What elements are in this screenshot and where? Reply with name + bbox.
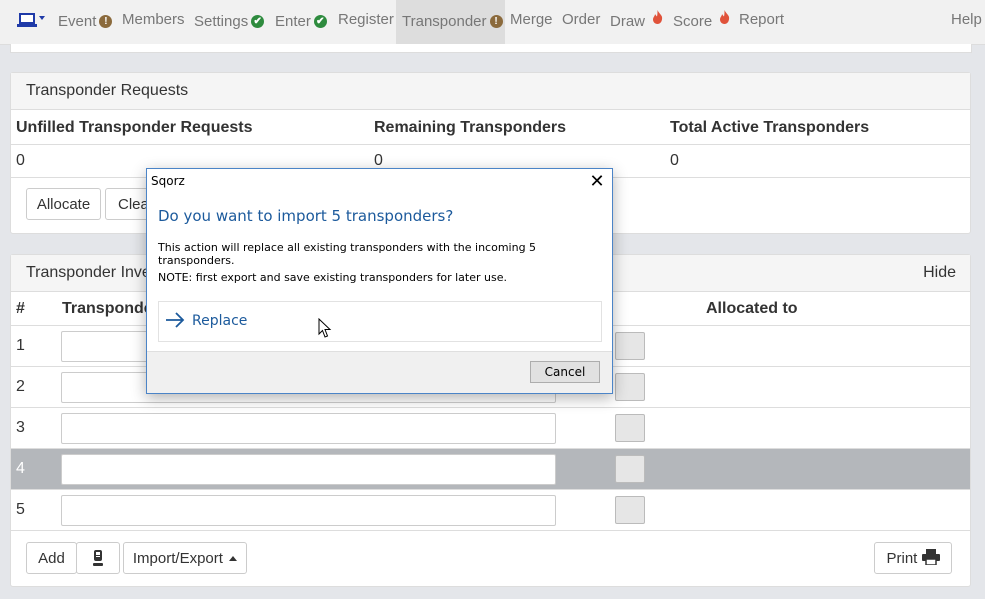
add-button[interactable]: Add xyxy=(26,542,77,574)
nav-register-label: Register xyxy=(338,11,394,28)
row-number: 5 xyxy=(16,501,25,518)
table-row-selected[interactable]: 4 xyxy=(11,448,970,490)
column-header-allocated: Allocated to xyxy=(706,300,798,317)
transponder-input[interactable] xyxy=(61,413,556,444)
nav-enter[interactable]: Enter ✔ xyxy=(275,0,327,44)
table-row[interactable]: 3 xyxy=(11,407,970,449)
column-header-transponder: Transponde xyxy=(62,300,153,317)
column-header: Remaining Transponders xyxy=(374,119,567,136)
unfilled-value: 0 xyxy=(16,152,25,169)
content-strip xyxy=(10,44,972,53)
nav-transponder[interactable]: Transponder! xyxy=(396,0,505,44)
top-navbar: Event! Members Settings ✔ Enter ✔ Register… xyxy=(0,0,985,45)
print-button[interactable]: Print xyxy=(874,542,952,574)
print-label: Print xyxy=(886,550,918,567)
row-action-button[interactable] xyxy=(615,332,645,360)
hide-link[interactable]: Hide xyxy=(923,264,956,282)
import-export-button[interactable]: Import/Export xyxy=(123,542,247,574)
nav-members[interactable]: Members xyxy=(122,0,185,44)
nav-settings[interactable]: Settings ✔ xyxy=(194,0,265,44)
row-action-button[interactable] xyxy=(615,496,645,524)
replace-option[interactable]: Replace xyxy=(158,301,602,342)
import-export-label: Import/Export xyxy=(132,550,223,567)
mouse-cursor-icon xyxy=(318,317,332,344)
dialog-title: Sqorz xyxy=(151,174,185,188)
nav-report-label: Report xyxy=(739,11,785,28)
nav-register[interactable]: Register xyxy=(338,0,394,44)
panel-title: Transponder Requests xyxy=(26,82,189,99)
scan-button[interactable] xyxy=(76,542,120,574)
nav-merge-label: Merge xyxy=(510,11,553,28)
nav-members-label: Members xyxy=(122,11,185,28)
total-active-value: 0 xyxy=(670,152,679,169)
nav-enter-label: Enter xyxy=(275,13,311,30)
warning-icon: ! xyxy=(489,0,503,40)
nav-transponder-label: Transponder xyxy=(402,13,487,30)
check-icon: ✔ xyxy=(251,0,265,40)
allocate-button[interactable]: Allocate xyxy=(26,188,101,220)
column-header: Unfilled Transponder Requests xyxy=(16,119,253,136)
fire-icon xyxy=(719,0,730,40)
row-action-button[interactable] xyxy=(615,414,645,442)
nav-help[interactable]: Help xyxy=(951,0,982,44)
transponder-input[interactable] xyxy=(61,495,556,526)
dialog-heading: Do you want to import 5 transponders? xyxy=(158,207,454,225)
dialog-note: NOTE: first export and save existing tra… xyxy=(158,271,507,284)
dialog-message: This action will replace all existing tr… xyxy=(158,241,537,267)
printer-icon xyxy=(921,549,940,567)
divider xyxy=(11,530,970,531)
column-header: Total Active Transponders xyxy=(670,119,870,136)
scanner-icon xyxy=(91,550,105,567)
row-number: 4 xyxy=(16,460,25,477)
nav-report[interactable]: Report xyxy=(739,0,784,44)
nav-order[interactable]: Order xyxy=(562,0,600,44)
close-icon[interactable]: ✕ xyxy=(588,171,606,192)
arrow-right-icon xyxy=(165,312,185,332)
nav-draw[interactable]: Draw xyxy=(610,0,663,44)
column-header-number: # xyxy=(16,300,25,317)
table-row[interactable]: 5 xyxy=(11,489,970,531)
replace-label: Replace xyxy=(192,313,248,329)
panel-title: Transponder Inve xyxy=(26,264,151,281)
nav-score[interactable]: Score xyxy=(673,0,730,44)
row-action-button[interactable] xyxy=(615,455,645,483)
dialog-footer: Cancel xyxy=(147,351,612,393)
row-number: 2 xyxy=(16,378,25,395)
warning-icon: ! xyxy=(99,0,113,40)
check-icon: ✔ xyxy=(313,0,327,40)
row-action-button[interactable] xyxy=(615,373,645,401)
panel-header: Transponder Requests xyxy=(11,73,970,110)
fire-icon xyxy=(652,0,663,40)
nav-score-label: Score xyxy=(673,13,713,30)
nav-event-label: Event xyxy=(58,13,97,30)
nav-order-label: Order xyxy=(562,11,601,28)
import-confirm-dialog: Sqorz ✕ Do you want to import 5 transpon… xyxy=(146,168,613,394)
laptop-menu-icon[interactable] xyxy=(16,10,46,34)
row-number: 1 xyxy=(16,337,25,354)
cancel-button[interactable]: Cancel xyxy=(530,361,600,383)
requests-header-row: Unfilled Transponder Requests Remaining … xyxy=(11,110,970,145)
nav-settings-label: Settings xyxy=(194,13,249,30)
nav-draw-label: Draw xyxy=(610,13,646,30)
nav-merge[interactable]: Merge xyxy=(510,0,553,44)
nav-event[interactable]: Event! xyxy=(58,0,113,44)
caret-up-icon xyxy=(229,556,238,561)
row-number: 3 xyxy=(16,419,25,436)
nav-help-label: Help xyxy=(951,11,982,28)
transponder-input[interactable] xyxy=(61,454,556,485)
